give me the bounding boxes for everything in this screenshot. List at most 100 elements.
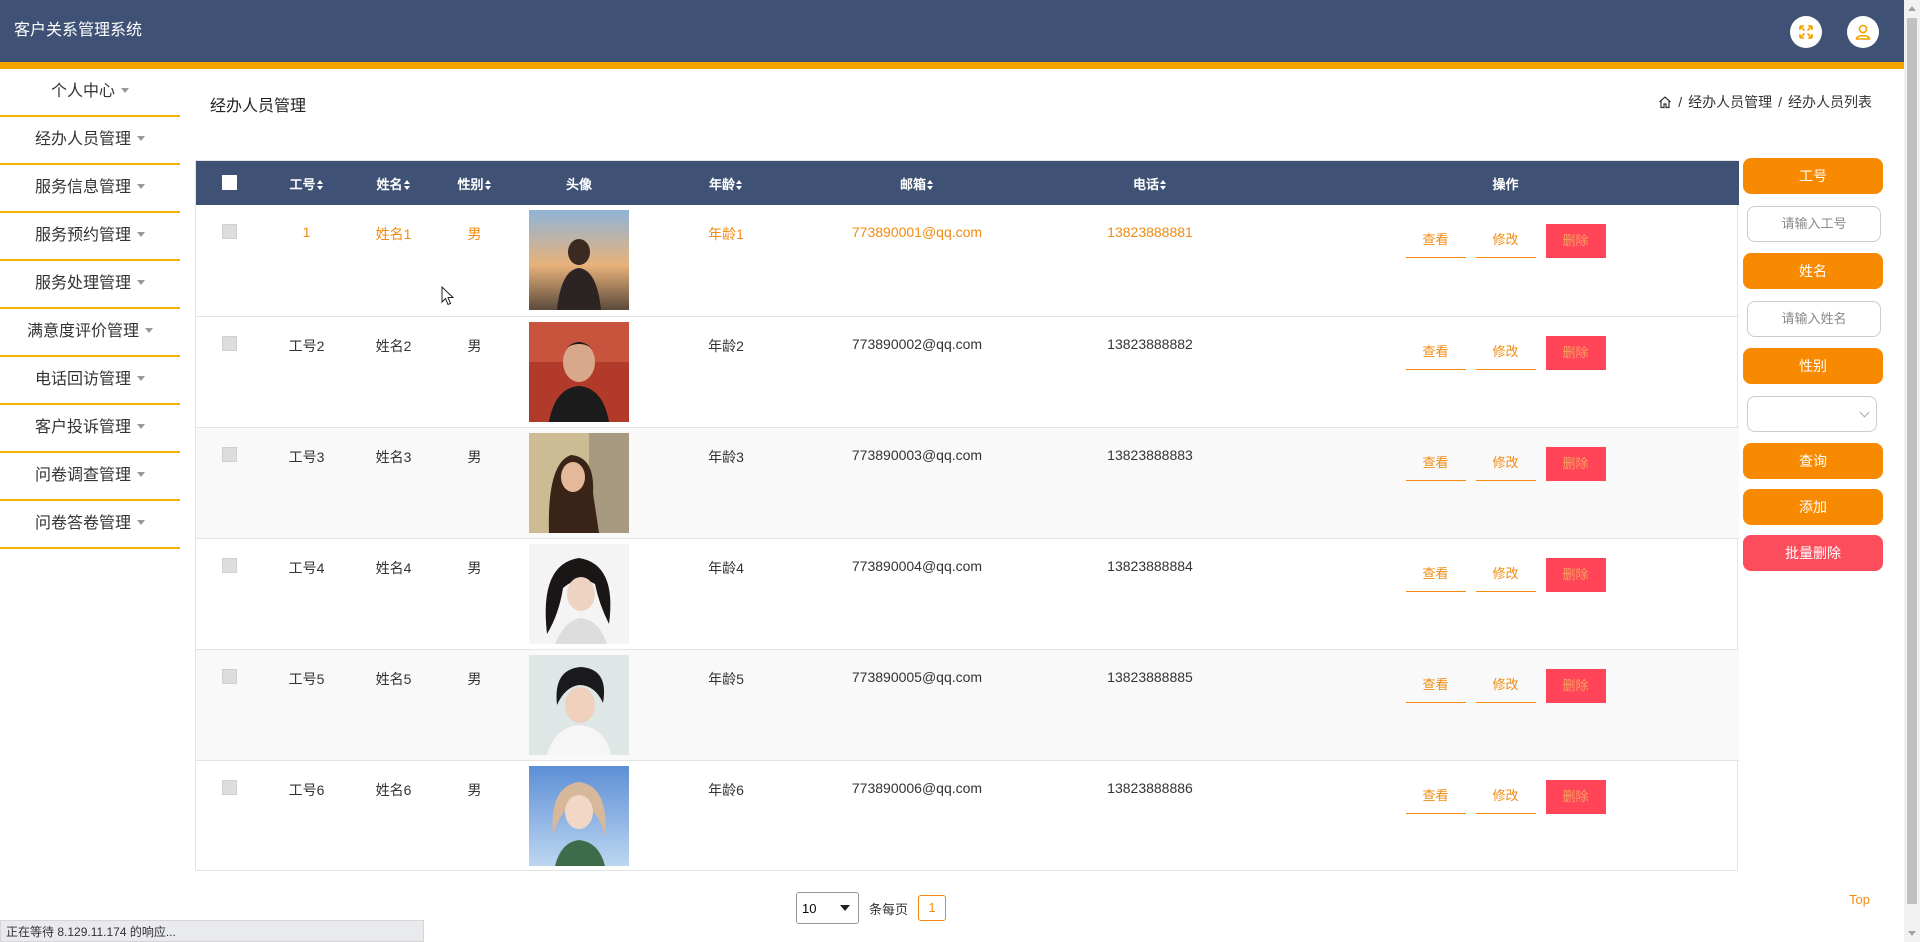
sidebar-item-service-processing[interactable]: 服务处理管理 <box>0 261 180 309</box>
row-checkbox[interactable] <box>222 446 237 462</box>
sidebar-item-label: 服务信息管理 <box>34 179 131 196</box>
avatar <box>529 765 629 866</box>
page-title: 经办人员管理 <box>210 98 307 115</box>
view-button[interactable]: 查看 <box>1405 224 1466 258</box>
user-button[interactable] <box>1847 16 1879 48</box>
id-search-input[interactable]: 请输入工号 <box>1747 206 1881 242</box>
column-label: 头像 <box>565 176 592 192</box>
view-button[interactable]: 查看 <box>1405 780 1466 814</box>
sidebar-item-label: 问卷答卷管理 <box>34 515 131 532</box>
sidebar-item-label: 客户投诉管理 <box>34 419 131 436</box>
page-size-select[interactable]: 10 <box>796 892 859 924</box>
avatar <box>529 432 629 533</box>
cell-name: 姓名2 <box>375 337 412 354</box>
page-scrollbar[interactable] <box>1904 0 1920 942</box>
column-header-actions: 操作 <box>1272 161 1739 205</box>
sidebar-item-complaints[interactable]: 客户投诉管理 <box>0 405 180 453</box>
page-number-current[interactable]: 1 <box>918 895 947 921</box>
cell-phone: 13823888881 <box>1107 224 1193 240</box>
sidebar-item-service-info[interactable]: 服务信息管理 <box>0 165 180 213</box>
chevron-down-icon <box>1859 407 1870 418</box>
column-header-age[interactable]: 年龄 <box>646 161 806 205</box>
delete-button[interactable]: 删除 <box>1545 668 1606 703</box>
row-checkbox[interactable] <box>222 335 237 351</box>
avatar <box>529 654 629 755</box>
add-button[interactable]: 添加 <box>1743 489 1883 525</box>
cell-age: 年龄4 <box>708 559 744 576</box>
cell-phone: 13823888885 <box>1107 668 1193 685</box>
sort-icon <box>927 180 934 191</box>
mouse-cursor-icon <box>441 286 455 306</box>
row-checkbox[interactable] <box>222 668 237 684</box>
edit-button[interactable]: 修改 <box>1475 669 1536 703</box>
fullscreen-button[interactable] <box>1790 16 1822 48</box>
cell-name: 姓名6 <box>375 781 412 798</box>
cell-email: 773890006@qq.com <box>851 779 983 796</box>
scroll-down-arrow-icon[interactable] <box>1908 931 1916 936</box>
row-checkbox[interactable] <box>222 557 237 573</box>
cell-age: 年龄3 <box>708 448 744 465</box>
breadcrumb-item[interactable]: 经办人员管理 <box>1688 92 1772 112</box>
sidebar-item-phone-followup[interactable]: 电话回访管理 <box>0 357 180 405</box>
sidebar-item-staff-management[interactable]: 经办人员管理 <box>0 117 180 165</box>
sort-icon <box>1160 180 1167 191</box>
sidebar-item-personal-center[interactable]: 个人中心 <box>0 69 180 117</box>
back-to-top-link[interactable]: Top <box>1849 892 1870 907</box>
sidebar-item-service-booking[interactable]: 服务预约管理 <box>0 213 180 261</box>
home-icon[interactable] <box>1658 95 1672 109</box>
column-label: 操作 <box>1492 176 1519 192</box>
breadcrumb: / 经办人员管理 / 经办人员列表 <box>1658 92 1872 112</box>
table-header-row: 工号 姓名 性别 头像 年龄 邮箱 电话 操作 <box>196 161 1739 205</box>
browser-status-bar: 正在等待 8.129.11.174 的响应... <box>0 920 424 942</box>
table-row: 工号3 姓名3 男 年龄3 773890003@qq.com 138238888… <box>196 427 1739 538</box>
sidebar-item-survey-answers[interactable]: 问卷答卷管理 <box>0 501 180 549</box>
cell-id: 工号4 <box>288 559 325 576</box>
view-button[interactable]: 查看 <box>1405 669 1466 703</box>
edit-button[interactable]: 修改 <box>1475 558 1536 592</box>
top-header: 客户关系管理系统 <box>0 0 1904 62</box>
view-button[interactable]: 查看 <box>1405 558 1466 592</box>
delete-button[interactable]: 删除 <box>1545 779 1606 814</box>
sidebar-item-satisfaction[interactable]: 满意度评价管理 <box>0 309 180 357</box>
scrollbar-thumb[interactable] <box>1907 18 1917 904</box>
query-button[interactable]: 查询 <box>1743 443 1883 479</box>
view-button[interactable]: 查看 <box>1405 336 1466 370</box>
cell-gender: 男 <box>467 559 482 576</box>
delete-button[interactable]: 删除 <box>1545 335 1606 370</box>
gender-select[interactable] <box>1747 396 1877 432</box>
table-row: 1 姓名1 男 年龄1 773890001@qq.com 13823888881… <box>196 205 1739 316</box>
caret-down-icon <box>137 231 145 237</box>
scroll-up-arrow-icon[interactable] <box>1908 6 1916 11</box>
column-header-name[interactable]: 姓名 <box>350 161 437 205</box>
view-button[interactable]: 查看 <box>1405 447 1466 481</box>
avatar <box>529 543 629 644</box>
edit-button[interactable]: 修改 <box>1475 447 1536 481</box>
column-header-phone[interactable]: 电话 <box>1028 161 1272 205</box>
edit-button[interactable]: 修改 <box>1475 780 1536 814</box>
cell-gender: 男 <box>467 781 482 798</box>
delete-button[interactable]: 删除 <box>1545 224 1606 258</box>
row-checkbox[interactable] <box>222 224 237 239</box>
edit-button[interactable]: 修改 <box>1475 336 1536 370</box>
sidebar-item-survey[interactable]: 问卷调查管理 <box>0 453 180 501</box>
table-row: 工号2 姓名2 男 年龄2 773890002@qq.com 138238888… <box>196 316 1739 427</box>
select-all-checkbox[interactable] <box>222 175 237 190</box>
name-search-input[interactable]: 请输入姓名 <box>1747 301 1881 337</box>
gender-filter-label: 性别 <box>1743 348 1883 384</box>
dropdown-arrow-icon <box>840 905 850 911</box>
app-title: 客户关系管理系统 <box>14 22 143 39</box>
delete-button[interactable]: 删除 <box>1545 557 1606 592</box>
caret-down-icon <box>137 471 145 477</box>
edit-button[interactable]: 修改 <box>1475 224 1536 258</box>
breadcrumb-separator: / <box>1778 94 1782 110</box>
column-header-gender[interactable]: 性别 <box>437 161 512 205</box>
column-header-email[interactable]: 邮箱 <box>806 161 1028 205</box>
delete-button[interactable]: 删除 <box>1545 446 1606 481</box>
cell-age: 年龄5 <box>708 670 744 687</box>
column-header-id[interactable]: 工号 <box>263 161 350 205</box>
sidebar-item-label: 个人中心 <box>50 83 115 100</box>
row-checkbox[interactable] <box>222 779 237 795</box>
user-icon <box>1855 24 1871 40</box>
id-filter-label: 工号 <box>1743 158 1883 194</box>
batch-delete-button[interactable]: 批量删除 <box>1743 535 1883 571</box>
